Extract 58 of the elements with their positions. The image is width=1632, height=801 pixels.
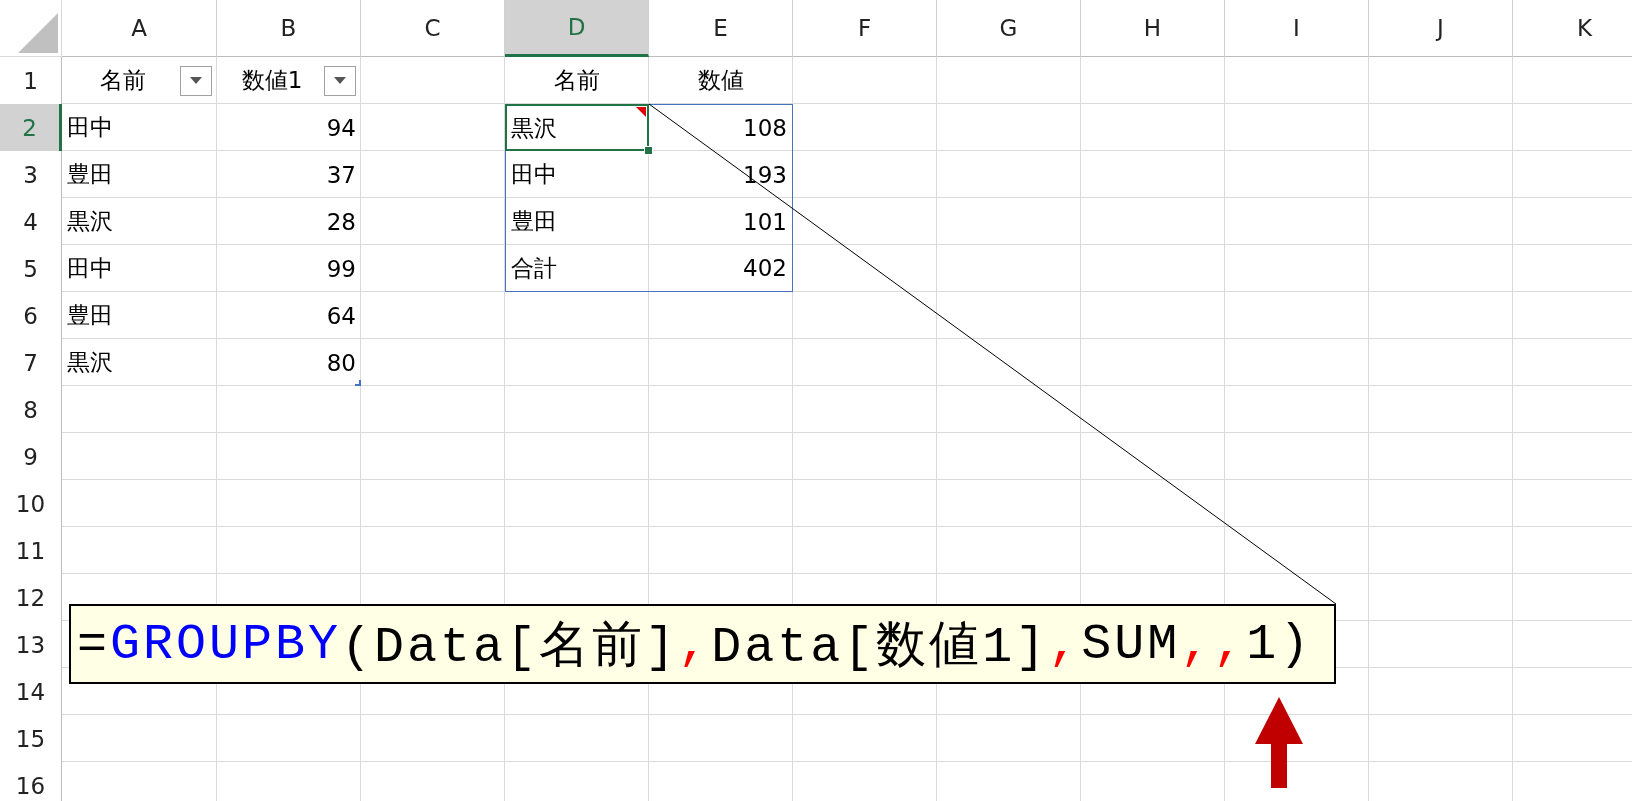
table-cell: 101 xyxy=(649,198,793,245)
column-header[interactable]: J xyxy=(1369,0,1513,57)
row-header[interactable]: 10 xyxy=(0,480,62,527)
column-heading: 数値 xyxy=(697,66,745,95)
caret-icon xyxy=(334,77,346,84)
table-cell-text: 64 xyxy=(325,301,357,331)
column-header[interactable]: I xyxy=(1225,0,1369,57)
filter-button[interactable] xyxy=(324,65,356,96)
row-header[interactable]: 7 xyxy=(0,339,62,386)
row-header[interactable]: 5 xyxy=(0,245,62,292)
table-cell: 80 xyxy=(217,339,361,386)
table-cell-text: 豊田 xyxy=(66,301,114,330)
row-header[interactable]: 11 xyxy=(0,527,62,574)
row-header[interactable]: 3 xyxy=(0,151,62,198)
column-header[interactable]: F xyxy=(793,0,937,57)
column-heading: 名前 xyxy=(553,66,601,95)
column-header[interactable]: B xyxy=(217,0,361,57)
table-cell: 108 xyxy=(649,104,793,151)
table-cell: 田中 xyxy=(505,151,649,198)
caret-icon xyxy=(190,77,202,84)
filter-button[interactable] xyxy=(180,65,212,96)
row-header[interactable]: 6 xyxy=(0,292,62,339)
table-cell: 黒沢 xyxy=(505,104,649,151)
table-cell-text: 田中 xyxy=(66,254,114,283)
column-heading: 数値1 xyxy=(240,66,304,95)
column-header[interactable]: H xyxy=(1081,0,1225,57)
table-cell-text: 28 xyxy=(325,207,357,237)
column-header[interactable]: G xyxy=(937,0,1081,57)
column-header[interactable]: A xyxy=(62,0,217,57)
row-header[interactable]: 9 xyxy=(0,433,62,480)
row-header[interactable]: 13 xyxy=(0,621,62,668)
formula-text: =GROUPBY(Data[名前],Data[数値1],SUM,,1) xyxy=(76,614,1314,678)
table-cell-text: 田中 xyxy=(66,113,114,142)
row-header[interactable]: 12 xyxy=(0,574,62,621)
table-cell: 合計 xyxy=(505,245,649,292)
column-header[interactable]: C xyxy=(361,0,505,57)
row-header[interactable]: 1 xyxy=(0,57,62,104)
table-cell-text: 37 xyxy=(325,160,357,190)
table-cell-text: 94 xyxy=(325,113,357,143)
column-header[interactable]: E xyxy=(649,0,793,57)
table-cell: 豊田 xyxy=(505,198,649,245)
table-cell-text: 黒沢 xyxy=(66,348,114,377)
table-cell: 402 xyxy=(649,245,793,292)
column-heading: 名前 xyxy=(98,66,147,95)
row-header[interactable]: 4 xyxy=(0,198,62,245)
column-header[interactable]: D xyxy=(505,0,649,57)
row-header[interactable]: 2 xyxy=(0,104,62,151)
table-cell: 193 xyxy=(649,151,793,198)
row-header[interactable]: 14 xyxy=(0,668,62,715)
comment-indicator-icon xyxy=(636,107,646,117)
resize-handle-icon[interactable] xyxy=(355,380,361,386)
up-arrow-icon xyxy=(1255,697,1303,788)
table-cell-text: 豊田 xyxy=(66,160,114,189)
row-header[interactable]: 15 xyxy=(0,715,62,762)
row-header[interactable]: 8 xyxy=(0,386,62,433)
table-cell-text: 黒沢 xyxy=(66,207,114,236)
table-cell-text: 99 xyxy=(325,254,357,284)
fill-handle[interactable] xyxy=(644,146,653,155)
